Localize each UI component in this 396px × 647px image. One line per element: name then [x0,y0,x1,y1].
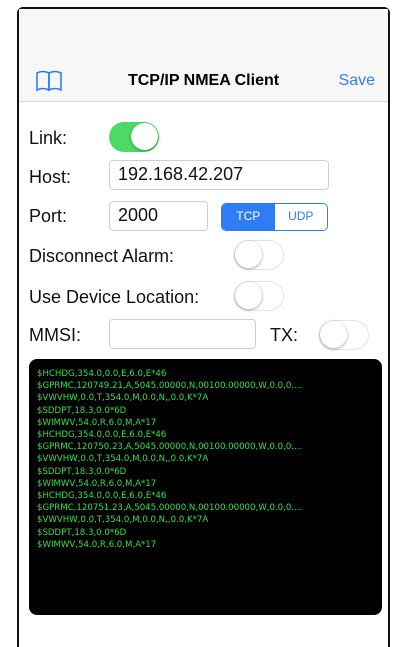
console-line: $HCHDG,354.0,0.0,E,6.0,E*46 [37,491,167,502]
toggle-knob [131,123,158,150]
console-line: $VWVHW,0.0,T,354.0,M,0.0,N,,0.0,K*7A [37,515,209,526]
console-line: $WIMWV,54.0,R,6.0,M,A*17 [37,539,157,550]
link-toggle[interactable] [109,122,159,152]
navigation-bar: TCP/IP NMEA Client Save [19,9,388,102]
console-line: $GPRMC,120749.21,A,5045.00000,N,00100.00… [37,381,303,392]
console-line: $SDDPT,18.3,0.0*6D [37,466,127,477]
udp-segment[interactable]: UDP [274,204,327,230]
toggle-knob [235,282,262,309]
page-title: TCP/IP NMEA Client [127,72,280,89]
mmsi-field[interactable] [109,319,256,349]
host-field[interactable]: 192.168.42.207 [109,160,329,190]
toggle-knob [235,241,262,268]
use-device-location-toggle[interactable] [234,281,284,311]
tx-toggle[interactable] [319,320,369,350]
disconnect-alarm-toggle[interactable] [234,240,284,270]
link-label: Link: [29,128,68,148]
console-line: $WIMWV,54.0,R,6.0,M,A*17 [37,417,157,428]
console-line: $GPRMC,120750.23,A,5045.00000,N,00100.00… [37,442,303,453]
console-line: $SDDPT,18.3,0.0*6D [37,405,127,416]
console-line: $HCHDG,354.0,0.0,E,6.0,E*46 [37,369,167,379]
use-device-location-label: Use Device Location: [29,287,200,307]
app-frame: TCP/IP NMEA Client Save Link: Host: 192.… [17,7,390,647]
tcp-segment[interactable]: TCP [222,204,275,230]
console-line: $SDDPT,18.3,0.0*6D [37,527,127,538]
save-button[interactable]: Save [339,72,375,90]
console-line: $GPRMC,120751.23,A,5045.00000,N,00100.00… [37,503,303,514]
port-label: Port: [29,206,68,226]
toggle-knob [320,321,347,348]
host-label: Host: [29,167,72,187]
console-line: $VWVHW,0.0,T,354.0,M,0.0,N,,0.0,K*7A [37,454,209,465]
mmsi-label: MMSI: [29,325,81,345]
protocol-segmented-control: TCP UDP [221,203,328,231]
console-line: $WIMWV,54.0,R,6.0,M,A*17 [37,478,157,489]
port-field[interactable]: 2000 [109,201,208,231]
tx-label: TX: [270,325,299,345]
nmea-console[interactable]: $HCHDG,354.0,0.0,E,6.0,E*46 $GPRMC,12074… [29,359,382,615]
console-line: $VWVHW,0.0,T,354.0,M,0.0,N,,0.0,K*7A [37,393,209,404]
disconnect-alarm-label: Disconnect Alarm: [29,246,175,266]
console-line: $HCHDG,354.0,0.0,E,6.0,E*46 [37,430,167,441]
